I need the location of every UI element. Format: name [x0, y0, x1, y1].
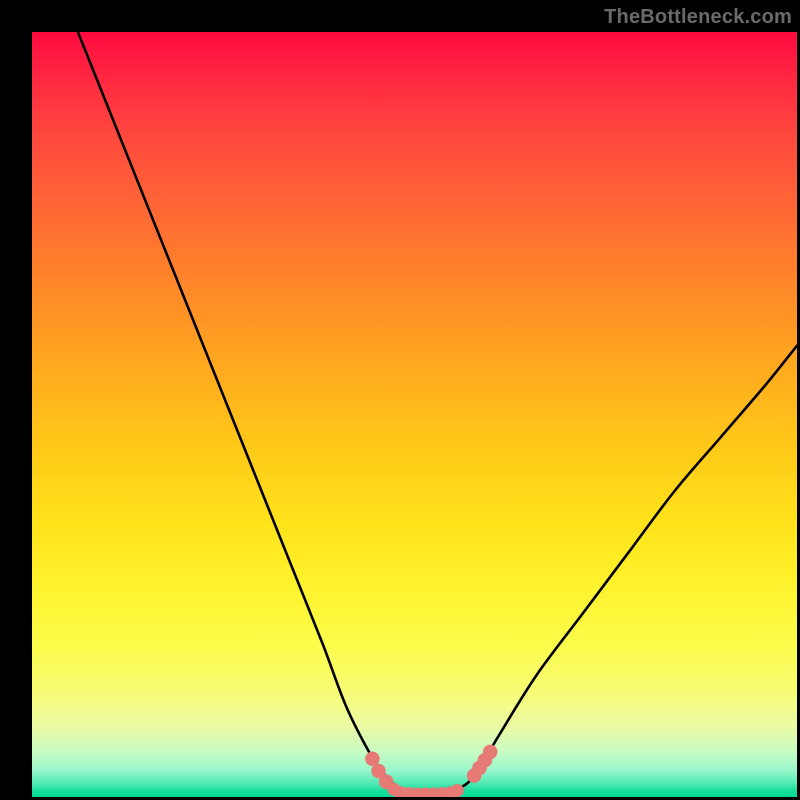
curve-left-branch [78, 32, 430, 794]
marker-dot [483, 745, 498, 760]
marker-dot [451, 784, 464, 797]
marker-cluster [365, 745, 497, 797]
watermark-text: TheBottleneck.com [604, 6, 792, 29]
curve-layer [32, 32, 797, 797]
curve-right-branch [430, 346, 797, 794]
plot-area [32, 32, 797, 797]
bottleneck-curve [78, 32, 797, 794]
chart-frame: TheBottleneck.com [0, 0, 800, 800]
